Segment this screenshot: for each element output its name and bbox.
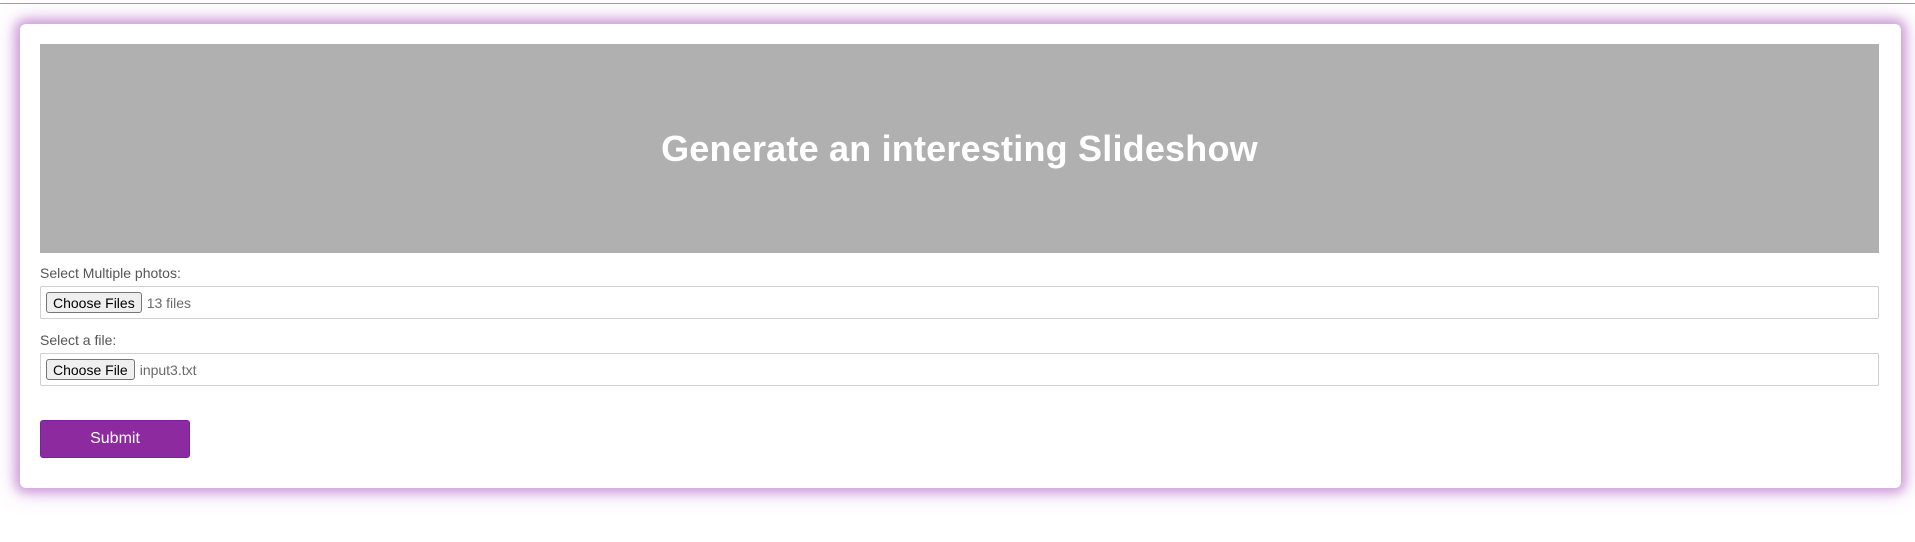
submit-button[interactable]: Submit bbox=[40, 420, 190, 458]
photos-label: Select Multiple photos: bbox=[40, 265, 181, 281]
hero-banner: Generate an interesting Slideshow bbox=[40, 44, 1879, 253]
choose-file-button[interactable]: Choose File bbox=[46, 359, 135, 380]
photos-file-input[interactable]: Choose Files 13 files bbox=[40, 286, 1879, 319]
text-file-input[interactable]: Choose File input3.txt bbox=[40, 353, 1879, 386]
file-label: Select a file: bbox=[40, 332, 117, 348]
form-card: Generate an interesting Slideshow Select… bbox=[20, 24, 1901, 488]
top-divider bbox=[0, 3, 1915, 4]
choose-files-button[interactable]: Choose Files bbox=[46, 292, 142, 313]
page-title: Generate an interesting Slideshow bbox=[661, 127, 1258, 169]
text-file-status: input3.txt bbox=[139, 361, 197, 378]
photos-file-status: 13 files bbox=[146, 294, 192, 311]
